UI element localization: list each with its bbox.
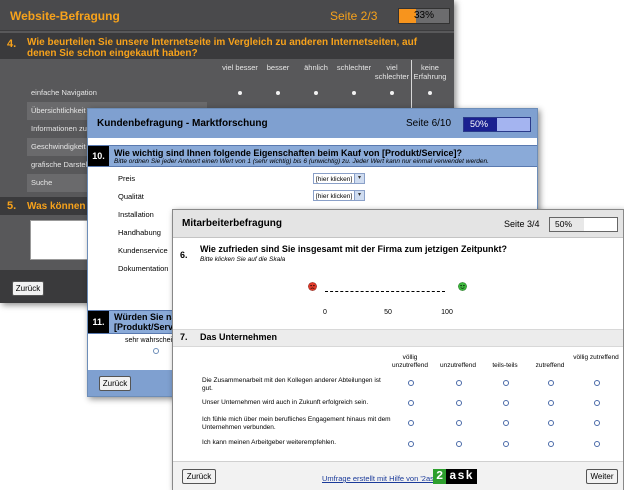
scale-tick-label: 0	[323, 309, 327, 316]
radio-button[interactable]	[548, 380, 554, 386]
radio-button[interactable]	[548, 420, 554, 426]
progress-bar: 50%	[549, 217, 618, 232]
question-4-header: 4. Wie beurteilen Sie unsere Internetsei…	[0, 33, 454, 59]
survey-title: Mitarbeiterbefragung	[182, 218, 283, 229]
question-number: 10.	[88, 146, 109, 166]
progress-text: 33%	[413, 10, 434, 21]
radio-button[interactable]	[548, 400, 554, 406]
radio-button[interactable]	[408, 420, 414, 426]
chevron-down-icon[interactable]: ▾	[354, 191, 364, 200]
question-text: Wie beurteilen Sie unsere Internetseite …	[27, 37, 418, 59]
column-header: zutreffend	[535, 362, 565, 369]
column-header: teils-teils	[492, 362, 518, 369]
radio-button[interactable]	[594, 380, 600, 386]
survey-header: Website-Befragung Seite 2/3 33%	[0, 0, 454, 31]
2ask-logo: 2 ask	[433, 469, 477, 484]
radio-button[interactable]	[456, 380, 462, 386]
back-button[interactable]: Zurück	[182, 469, 216, 484]
question-instructions: Bitte ordnen Sie jeder Antwort einen Wer…	[114, 158, 489, 165]
statement-label: Ich fühle mich über mein berufliches Eng…	[202, 416, 391, 431]
radio-button[interactable]	[503, 420, 509, 426]
column-header: völlig unzutreffend	[391, 354, 429, 369]
page-indicator: Seite 6/10	[406, 118, 452, 129]
column-header: völlig zutreffend	[573, 354, 619, 361]
question-number: 4.	[7, 38, 17, 50]
radio-button[interactable]	[456, 420, 462, 426]
employee-survey-window: Mitarbeiterbefragung Seite 3/4 50% 6. Wi…	[172, 209, 624, 490]
back-button[interactable]: Zurück	[12, 281, 44, 296]
progress-text: 50%	[470, 119, 489, 129]
ranking-item: Dokumentation	[118, 264, 169, 273]
question-number: 11.	[88, 311, 109, 333]
scale-tick-label: 50	[384, 309, 392, 316]
radio-button[interactable]	[548, 441, 554, 447]
ranking-item: Kundenservice	[118, 246, 168, 255]
question-10-header: 10. Wie wichtig sind Ihnen folgende Eige…	[88, 145, 537, 167]
select-value: [hier klicken]	[316, 193, 353, 200]
ranking-item: Handhabung	[118, 228, 161, 237]
ranking-item: Preis	[118, 174, 136, 183]
question-number: 5.	[7, 200, 17, 212]
progress-text: 50%	[555, 219, 573, 229]
credit-link[interactable]: Umfrage erstellt mit Hilfe von '2ask'	[322, 474, 439, 483]
radio-button[interactable]	[503, 441, 509, 447]
scale-tick-label: 100	[441, 309, 453, 316]
radio-button[interactable]	[408, 400, 414, 406]
back-button[interactable]: Zurück	[99, 376, 131, 391]
radio-button[interactable]	[238, 91, 242, 95]
radio-button[interactable]	[594, 441, 600, 447]
radio-button[interactable]	[314, 91, 318, 95]
rank-select[interactable]: [hier klicken] ▾	[313, 190, 365, 201]
question-number: 6.	[180, 250, 188, 260]
ranking-item: Installation	[118, 210, 154, 219]
logo-text: ask	[446, 469, 477, 484]
radio-button[interactable]	[408, 441, 414, 447]
radio-button[interactable]	[594, 400, 600, 406]
progress-bar: 33%	[398, 8, 450, 24]
statement-label: Die Zusammenarbeit mit den Kollegen ande…	[202, 377, 381, 392]
footer-bar: Zurück Umfrage erstellt mit Hilfe von '2…	[173, 461, 623, 490]
happy-face-icon[interactable]	[458, 282, 467, 291]
radio-button[interactable]	[594, 420, 600, 426]
question-7-header: 7. Das Unternehmen	[173, 329, 623, 347]
radio-button[interactable]	[428, 91, 432, 95]
progress-bar: 50%	[463, 117, 531, 132]
radio-button[interactable]	[503, 400, 509, 406]
select-value: [hier klicken]	[316, 176, 353, 183]
page-indicator: Seite 2/3	[330, 9, 378, 23]
radio-button[interactable]	[456, 441, 462, 447]
radio-button[interactable]	[456, 400, 462, 406]
question-instructions: Bitte klicken Sie auf die Skala	[200, 256, 286, 263]
satisfaction-scale[interactable]	[325, 291, 445, 292]
survey-title: Website-Befragung	[10, 9, 120, 23]
sad-face-icon[interactable]	[308, 282, 317, 291]
question-number: 7.	[180, 332, 188, 342]
option-label: sehr wahrschein	[125, 337, 176, 344]
radio-button[interactable]	[153, 348, 159, 354]
radio-button[interactable]	[408, 380, 414, 386]
statement-label: Unser Unternehmen wird auch in Zukunft e…	[202, 399, 369, 406]
ranking-item: Qualität	[118, 192, 144, 201]
column-header: keine Erfahrung	[413, 63, 447, 81]
statement-label: Ich kann meinen Arbeitgeber weiterempfeh…	[202, 439, 337, 446]
logo-number: 2	[433, 469, 447, 484]
next-button[interactable]: Weiter	[586, 469, 618, 484]
column-header: unzutreffend	[439, 362, 477, 369]
question-text: Das Unternehmen	[200, 332, 278, 342]
survey-title: Kundenbefragung - Marktforschung	[97, 118, 268, 129]
radio-button[interactable]	[352, 91, 356, 95]
radio-button[interactable]	[503, 380, 509, 386]
survey-header: Mitarbeiterbefragung Seite 3/4 50%	[173, 210, 623, 238]
radio-button[interactable]	[390, 91, 394, 95]
page-indicator: Seite 3/4	[504, 219, 540, 229]
question-text: Wie zufrieden sind Sie insgesamt mit der…	[200, 244, 507, 254]
answer-textarea[interactable]	[30, 220, 92, 260]
matrix-row-label: einfache Navigation	[31, 88, 97, 97]
survey-header: Kundenbefragung - Marktforschung Seite 6…	[88, 109, 537, 138]
chevron-down-icon[interactable]: ▾	[354, 174, 364, 183]
question-text: Wie wichtig sind Ihnen folgende Eigensch…	[114, 148, 462, 158]
rank-select[interactable]: [hier klicken] ▾	[313, 173, 365, 184]
radio-button[interactable]	[276, 91, 280, 95]
